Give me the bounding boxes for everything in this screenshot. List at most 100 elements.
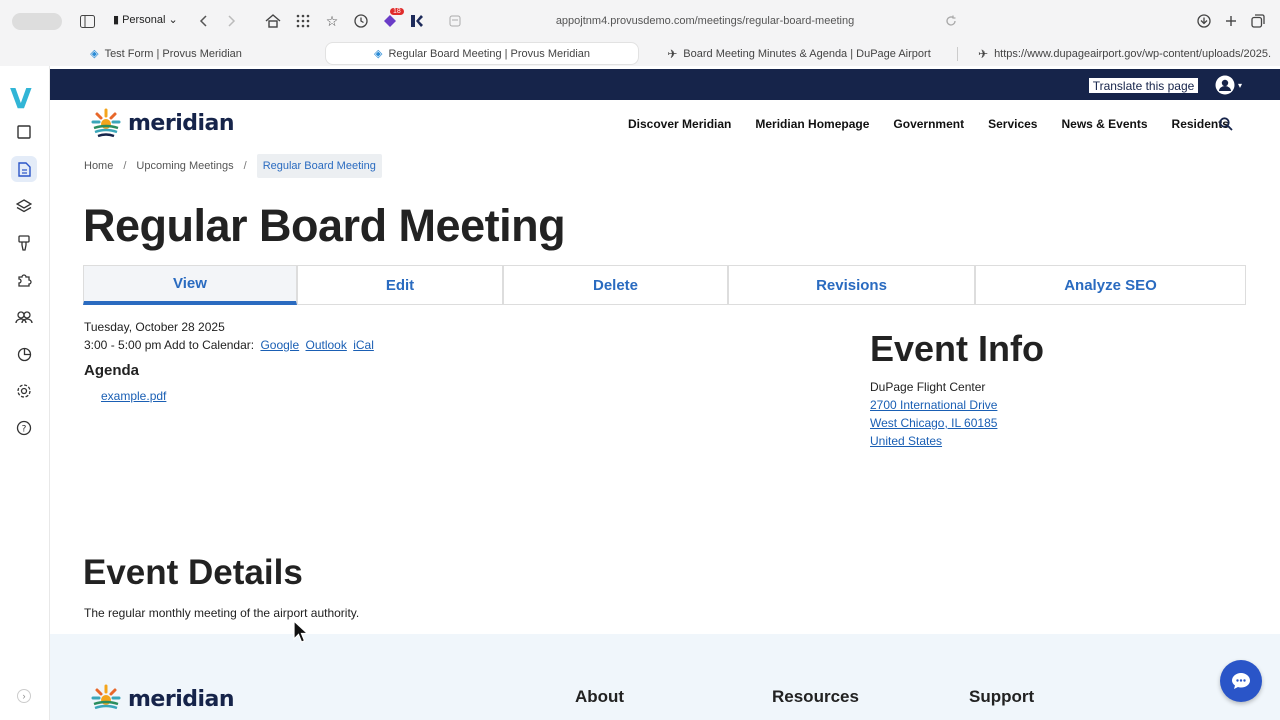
reload-icon[interactable] — [940, 10, 962, 32]
forward-icon[interactable] — [220, 10, 242, 32]
tab-title: https://www.dupageairport.gov/wp-content… — [994, 47, 1272, 60]
back-icon[interactable] — [193, 10, 215, 32]
calendar-outlook-link[interactable]: Outlook — [306, 338, 347, 352]
drupal-drop-icon: ◈ — [373, 48, 383, 60]
site-logo[interactable]: meridian — [90, 107, 235, 139]
chat-bubble-icon — [1232, 673, 1250, 689]
location-name: DuPage Flight Center — [870, 380, 986, 394]
footer-resources-heading: Resources — [772, 687, 859, 706]
tab-delete[interactable]: Delete — [503, 265, 728, 305]
event-details-text: The regular monthly meeting of the airpo… — [84, 606, 360, 620]
chevron-right-icon[interactable]: › — [17, 689, 31, 703]
vivaldi-logo[interactable]: V — [10, 82, 32, 115]
mouse-cursor-icon — [293, 619, 310, 649]
profile-icon: ▮ — [113, 14, 120, 26]
tab-title: Board Meeting Minutes & Agenda | DuPage … — [683, 47, 931, 60]
chat-button[interactable] — [1220, 660, 1262, 702]
search-icon[interactable] — [1219, 117, 1233, 136]
site-footer — [50, 634, 1280, 720]
caret-down-icon: ▾ — [1238, 80, 1243, 90]
bookmark-star-icon[interactable]: ☆ — [321, 10, 343, 32]
event-time-text: 3:00 - 5:00 pm Add to Calendar: — [84, 338, 255, 352]
puzzle-icon[interactable] — [11, 267, 37, 293]
app-rail: V ? › — [0, 66, 50, 720]
airplane-icon: ✈ — [667, 46, 678, 61]
airplane-icon: ✈ — [978, 46, 989, 61]
tab-dupage-pdf[interactable]: ✈ https://www.dupageairport.gov/wp-conte… — [960, 42, 1272, 65]
gear-icon[interactable] — [11, 378, 37, 404]
history-icon[interactable] — [350, 10, 372, 32]
footer-support-heading: Support — [969, 687, 1035, 706]
window-controls[interactable] — [12, 13, 62, 30]
nav-news-events[interactable]: News & Events — [1061, 117, 1147, 131]
profile-label: Personal — [122, 13, 166, 26]
nav-discover-meridian[interactable]: Discover Meridian — [628, 117, 731, 131]
url-text: appojtnm4.provusdemo.com/meetings/regula… — [555, 15, 855, 27]
footer-logo[interactable]: meridian — [90, 683, 235, 715]
downloads-icon[interactable] — [1193, 10, 1215, 32]
extension-icon[interactable]: 18 — [379, 8, 404, 32]
profile-selector[interactable]: ▮ Personal ⌄ — [113, 13, 178, 27]
address-line1-link[interactable]: 2700 International Drive — [870, 398, 997, 412]
tab-overview-icon[interactable] — [1247, 10, 1269, 32]
nav-meridian-homepage[interactable]: Meridian Homepage — [755, 117, 869, 131]
square-icon[interactable] — [11, 119, 37, 145]
nav-government[interactable]: Government — [893, 117, 964, 131]
footer-about-heading: About — [575, 687, 625, 706]
event-details-heading: Event Details — [83, 553, 303, 592]
tab-edit[interactable]: Edit — [297, 265, 503, 305]
user-menu[interactable]: ▾ — [1215, 75, 1245, 95]
tab-title: Regular Board Meeting | Provus Meridian — [388, 47, 591, 60]
agenda-file-link[interactable]: example.pdf — [101, 389, 166, 403]
meridian-sun-icon — [91, 108, 121, 138]
calendar-ical-link[interactable]: iCal — [353, 338, 374, 352]
tab-regular-board-meeting[interactable]: ◈ Regular Board Meeting | Provus Meridia… — [325, 42, 639, 65]
tab-separator — [957, 47, 958, 61]
svg-text:?: ? — [22, 425, 27, 435]
nav-services[interactable]: Services — [988, 117, 1037, 131]
document-icon[interactable] — [11, 156, 37, 182]
tab-analyze-seo[interactable]: Analyze SEO — [975, 265, 1246, 305]
help-icon[interactable]: ? — [11, 415, 37, 441]
url-bar[interactable]: appojtnm4.provusdemo.com/meetings/regula… — [440, 8, 970, 34]
extension-badge: 18 — [390, 8, 404, 15]
breadcrumb: Home / Upcoming Meetings / Regular Board… — [84, 152, 382, 180]
tab-title: Test Form | Provus Meridian — [104, 47, 242, 60]
calendar-google-link[interactable]: Google — [260, 338, 299, 352]
browser-toolbar: ▮ Personal ⌄ ☆ 18 appojtnm4.provusdemo.c… — [0, 0, 1280, 42]
breadcrumb-current: Regular Board Meeting — [256, 154, 382, 178]
brush-icon[interactable] — [11, 230, 37, 256]
tab-test-form[interactable]: ◈ Test Form | Provus Meridian — [8, 42, 324, 65]
users-icon[interactable] — [11, 304, 37, 330]
main-nav: Discover Meridian Meridian Homepage Gove… — [628, 117, 1229, 131]
address-country-link[interactable]: United States — [870, 434, 942, 448]
translate-button[interactable]: Translate this page — [1088, 77, 1199, 94]
agenda-heading: Agenda — [84, 362, 140, 379]
sidebar-toggle-icon[interactable] — [76, 10, 98, 32]
apps-grid-icon[interactable] — [292, 10, 314, 32]
event-info-heading: Event Info — [870, 328, 1045, 369]
breadcrumb-upcoming-meetings[interactable]: Upcoming Meetings — [136, 160, 233, 172]
home-icon[interactable] — [262, 10, 284, 32]
logo-text: meridian — [128, 686, 235, 712]
chevron-down-icon: ⌄ — [168, 14, 178, 26]
breadcrumb-separator: / — [243, 160, 247, 172]
drupal-drop-icon: ◈ — [90, 48, 99, 60]
extension-k-icon[interactable] — [405, 10, 427, 32]
layers-icon[interactable] — [11, 193, 37, 219]
address-line2-link[interactable]: West Chicago, IL 60185 — [870, 416, 997, 430]
event-time: 3:00 - 5:00 pm Add to Calendar: Google O… — [84, 338, 374, 352]
tab-view[interactable]: View — [83, 265, 297, 305]
user-avatar-icon — [1215, 75, 1235, 95]
page-title: Regular Board Meeting — [83, 200, 566, 251]
tab-strip: ◈ Test Form | Provus Meridian ◈ Regular … — [0, 42, 1280, 66]
breadcrumb-home[interactable]: Home — [84, 160, 113, 172]
tab-revisions[interactable]: Revisions — [728, 265, 975, 305]
tab-board-meeting-minutes[interactable]: ✈ Board Meeting Minutes & Agenda | DuPag… — [642, 42, 956, 65]
event-date: Tuesday, October 28 2025 — [84, 320, 225, 334]
pie-chart-icon[interactable] — [11, 341, 37, 367]
logo-text: meridian — [128, 110, 235, 136]
breadcrumb-separator: / — [123, 160, 127, 172]
new-tab-icon[interactable] — [1220, 10, 1242, 32]
meridian-sun-icon — [91, 684, 121, 710]
